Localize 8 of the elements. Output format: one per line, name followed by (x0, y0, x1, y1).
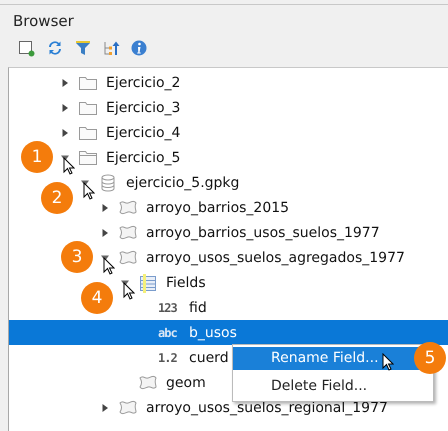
panel-title: Browser (13, 12, 74, 30)
step-badge: 3 (61, 241, 93, 273)
field-type-label: abc (158, 326, 178, 340)
step-badge: 4 (81, 282, 113, 314)
step-badge: 1 (21, 141, 53, 173)
step-badge: 2 (41, 182, 73, 214)
field-type-label: 123 (158, 300, 178, 314)
field-type-label: 1.2 (158, 350, 178, 364)
